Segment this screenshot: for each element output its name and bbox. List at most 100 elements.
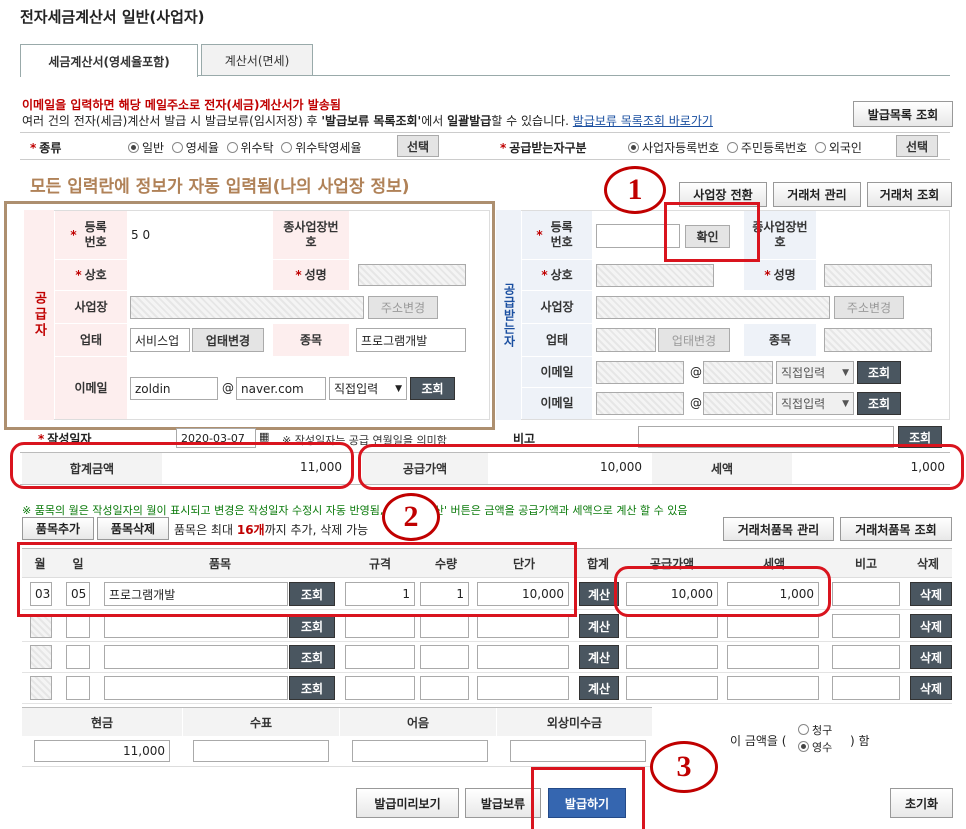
reset-button[interactable]: 초기화 — [890, 788, 953, 818]
radio-consign-zero-icon[interactable] — [281, 142, 293, 153]
item-name[interactable] — [104, 645, 288, 669]
item-remark[interactable] — [832, 645, 900, 669]
receiver-item-input[interactable] — [824, 328, 932, 352]
item-calc-button[interactable]: 계산 — [579, 582, 619, 606]
option-claim[interactable]: 청구 — [798, 722, 832, 738]
pay-check-input[interactable] — [193, 740, 329, 762]
item-tax[interactable] — [727, 676, 819, 700]
type-options[interactable]: 일반 영세율 위수탁 위수탁영세율 — [128, 139, 362, 156]
partner-item-lookup-button[interactable]: 거래처품목 조회 — [840, 517, 952, 541]
pay-bill-input[interactable] — [352, 740, 488, 762]
radio-zero-icon[interactable] — [171, 142, 183, 153]
receiver-email-domain-1[interactable] — [703, 361, 773, 384]
tab-invoice-exempt[interactable]: 계산서(면세) — [201, 44, 313, 76]
radio-consign-icon[interactable] — [226, 142, 238, 153]
radio-general-icon[interactable] — [128, 142, 139, 153]
table-row-divider — [22, 703, 952, 704]
receiver-email-id-1[interactable] — [596, 361, 684, 384]
item-supply[interactable] — [626, 614, 718, 638]
item-calc-button[interactable]: 계산 — [579, 676, 619, 700]
receiver-name-input[interactable] — [596, 264, 714, 287]
item-delete-button[interactable]: 삭제 — [910, 582, 952, 606]
receiver-email-select-1[interactable]: 직접입력 ▼ — [776, 361, 854, 384]
item-tax[interactable] — [727, 614, 819, 638]
tab-tax-invoice[interactable]: 세금계산서(영세율포함) — [20, 44, 198, 77]
pay-credit-label: 외상미수금 — [497, 708, 652, 736]
item-spec[interactable] — [345, 645, 415, 669]
radio-claim-icon[interactable] — [798, 724, 809, 735]
receiver-email-lookup-1[interactable]: 조회 — [857, 361, 901, 384]
receiver-email-id-2[interactable] — [596, 392, 684, 415]
item-supply[interactable] — [626, 676, 718, 700]
item-remark[interactable] — [832, 614, 900, 638]
item-qty[interactable] — [420, 645, 469, 669]
radio-receipt-icon[interactable] — [798, 741, 809, 752]
item-limit-a: 품목은 최대 — [174, 523, 237, 537]
receiver-email-select-2[interactable]: 직접입력 ▼ — [776, 392, 854, 415]
option-receipt[interactable]: 영수 — [798, 739, 832, 755]
recipient-options[interactable]: 사업자등록번호 주민등록번호 외국인 — [628, 139, 862, 156]
item-remark[interactable] — [832, 582, 900, 606]
delete-item-button[interactable]: 품목삭제 — [97, 517, 169, 540]
issue-list-button[interactable]: 발급목록 조회 — [853, 101, 953, 127]
item-name[interactable] — [104, 676, 288, 700]
item-month — [30, 645, 52, 669]
item-qty[interactable] — [420, 614, 469, 638]
receiver-ceo-label: * 성명 — [744, 260, 816, 290]
item-lookup-button[interactable]: 조회 — [289, 645, 335, 669]
item-month — [30, 614, 52, 638]
receiver-addr-label: 사업장 — [522, 291, 592, 323]
item-qty[interactable] — [420, 676, 469, 700]
pay-credit-input[interactable] — [510, 740, 646, 762]
at-sign-1: @ — [690, 365, 702, 379]
item-price[interactable] — [477, 645, 569, 669]
item-name[interactable] — [104, 614, 288, 638]
add-item-button[interactable]: 품목추가 — [22, 517, 94, 540]
issue-highlight — [531, 767, 645, 829]
item-spec[interactable] — [345, 676, 415, 700]
item-lookup-button[interactable]: 조회 — [289, 614, 335, 638]
receiver-email-lookup-2[interactable]: 조회 — [857, 392, 901, 415]
item-delete-button[interactable]: 삭제 — [910, 676, 952, 700]
item-remark[interactable] — [832, 676, 900, 700]
item-calc-button[interactable]: 계산 — [579, 614, 619, 638]
item-supply[interactable] — [626, 645, 718, 669]
item-spec[interactable] — [345, 614, 415, 638]
item-day[interactable] — [66, 676, 90, 700]
hold-list-link[interactable]: 발급보류 목록조회 바로가기 — [573, 114, 713, 128]
receiver-biz-input[interactable] — [596, 328, 656, 352]
radio-bizno-icon[interactable] — [628, 142, 639, 153]
recipient-select-button[interactable]: 선택 — [896, 135, 938, 157]
type-zero: 영세율 — [185, 141, 219, 155]
item-price[interactable] — [477, 614, 569, 638]
preview-button[interactable]: 발급미리보기 — [356, 788, 459, 818]
table-row-divider — [22, 641, 952, 642]
item-day[interactable] — [66, 614, 90, 638]
type-select-button[interactable]: 선택 — [397, 135, 439, 157]
item-day[interactable] — [66, 645, 90, 669]
receiver-name-label-text: 상호 — [550, 267, 573, 282]
item-delete-button[interactable]: 삭제 — [910, 614, 952, 638]
radio-resno-icon[interactable] — [726, 142, 738, 153]
receiver-ceo-input[interactable] — [824, 264, 932, 287]
radio-foreign-icon[interactable] — [814, 142, 826, 153]
partner-item-manage-button[interactable]: 거래처품목 관리 — [723, 517, 834, 541]
item-lookup-button[interactable]: 조회 — [289, 676, 335, 700]
item-delete-button[interactable]: 삭제 — [910, 645, 952, 669]
receiver-addr-button[interactable]: 주소변경 — [834, 296, 904, 319]
hold-button[interactable]: 발급보류 — [465, 788, 541, 818]
pay-bill-label: 어음 — [340, 708, 496, 736]
partner-lookup-button[interactable]: 거래처 조회 — [867, 182, 952, 207]
batch-notice-a: 여러 건의 전자(세금)계산서 발급 시 발급보류(임시저장) 후 — [22, 114, 322, 128]
at-sign-2: @ — [690, 396, 702, 410]
item-tax[interactable] — [727, 645, 819, 669]
item-price[interactable] — [477, 676, 569, 700]
partner-manage-button[interactable]: 거래처 관리 — [773, 182, 861, 207]
receiver-biz-button[interactable]: 업태변경 — [658, 328, 730, 352]
item-calc-button[interactable]: 계산 — [579, 645, 619, 669]
pay-cash-input[interactable]: 11,000 — [34, 740, 170, 762]
receiver-email-domain-2[interactable] — [703, 392, 773, 415]
receiver-reg-label-text: 등록번호 — [550, 220, 573, 249]
receiver-email-label-2: 이메일 — [522, 388, 592, 419]
receiver-addr-input[interactable] — [596, 296, 830, 319]
